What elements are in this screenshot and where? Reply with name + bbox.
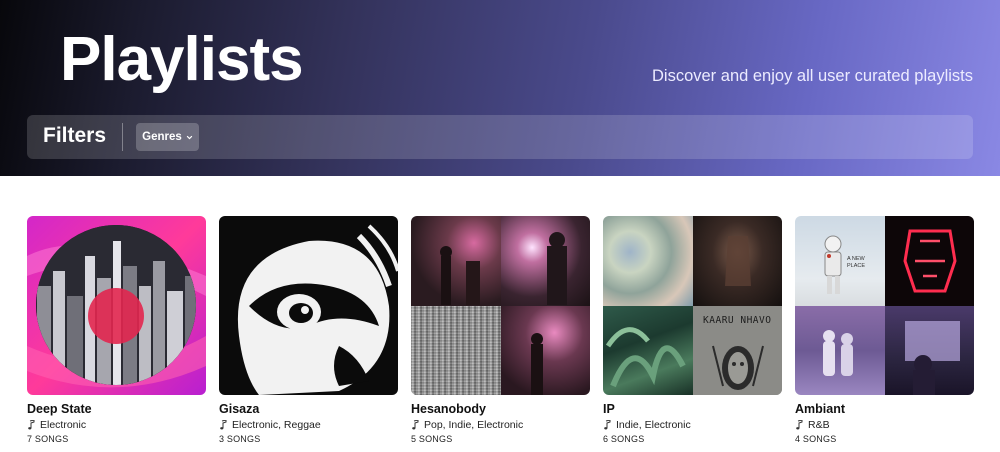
page-title: Playlists bbox=[60, 25, 304, 94]
cover-art-image bbox=[411, 305, 501, 395]
filters-divider bbox=[122, 123, 123, 151]
cover-art-image bbox=[603, 216, 693, 306]
playlist-song-count: 7 SONGS bbox=[27, 434, 69, 444]
playlist-title[interactable]: Gisaza bbox=[219, 402, 398, 416]
genres-dropdown-label: Genres bbox=[142, 131, 182, 143]
cover-art-image bbox=[500, 216, 590, 306]
playlist-cover[interactable]: A NEW PLACE bbox=[795, 216, 974, 395]
playlist-genres: Indie, Electronic bbox=[603, 419, 782, 431]
cover-art-image bbox=[795, 305, 885, 395]
music-note-icon bbox=[796, 420, 803, 430]
music-note-icon bbox=[220, 420, 227, 430]
cover-art-image bbox=[411, 216, 501, 306]
playlist-genres-text: Indie, Electronic bbox=[616, 419, 691, 431]
filters-bar: Filters Genres bbox=[27, 115, 973, 159]
playlist-song-count: 6 SONGS bbox=[603, 434, 645, 444]
cover-art-image bbox=[884, 305, 974, 395]
album-text: A NEW PLACE bbox=[847, 256, 866, 269]
music-note-icon bbox=[28, 420, 35, 430]
cover-art-image: KAARU NHAVO bbox=[692, 305, 782, 395]
cover-art-image: A NEW PLACE bbox=[795, 216, 885, 306]
album-text: KAARU NHAVO bbox=[703, 314, 772, 326]
page-subtitle: Discover and enjoy all user curated play… bbox=[652, 67, 973, 85]
playlist-song-count: 3 SONGS bbox=[219, 434, 261, 444]
playlist-title[interactable]: Ambiant bbox=[795, 402, 974, 416]
cover-art-image bbox=[27, 216, 206, 395]
cover-art-image bbox=[500, 305, 590, 395]
cover-art-image bbox=[884, 216, 974, 306]
playlist-title[interactable]: IP bbox=[603, 402, 782, 416]
chevron-down-icon bbox=[186, 135, 192, 139]
cover-art-image bbox=[692, 216, 782, 306]
playlist-cover[interactable] bbox=[27, 216, 206, 395]
playlist-title[interactable]: Hesanobody bbox=[411, 402, 590, 416]
music-note-icon bbox=[604, 420, 611, 430]
playlist-card[interactable]: A NEW PLACE Ambiant R&B 4 SONGS bbox=[795, 216, 974, 444]
filters-label: Filters bbox=[43, 124, 107, 147]
playlist-genres-text: R&B bbox=[808, 419, 830, 431]
page-header: Playlists Discover and enjoy all user cu… bbox=[0, 0, 1000, 176]
playlist-cover[interactable]: KAARU NHAVO bbox=[603, 216, 782, 395]
playlist-genres: Pop, Indie, Electronic bbox=[411, 419, 590, 431]
playlist-card[interactable]: Deep State Electronic 7 SONGS bbox=[27, 216, 206, 444]
playlist-cover[interactable] bbox=[219, 216, 398, 395]
playlist-song-count: 4 SONGS bbox=[795, 434, 837, 444]
playlist-card[interactable]: KAARU NHAVO IP Indie, Electronic 6 SONGS bbox=[603, 216, 782, 444]
cover-art-image bbox=[219, 216, 398, 395]
genres-dropdown[interactable]: Genres bbox=[136, 123, 199, 151]
playlist-genres-text: Electronic bbox=[40, 419, 87, 431]
cover-art-image bbox=[603, 305, 693, 395]
playlist-song-count: 5 SONGS bbox=[411, 434, 453, 444]
playlist-title[interactable]: Deep State bbox=[27, 402, 206, 416]
playlist-genres: Electronic bbox=[27, 419, 206, 431]
playlist-genres: Electronic, Reggae bbox=[219, 419, 398, 431]
playlist-cover[interactable] bbox=[411, 216, 590, 395]
playlist-card[interactable]: Hesanobody Pop, Indie, Electronic 5 SONG… bbox=[411, 216, 590, 444]
playlist-genres-text: Pop, Indie, Electronic bbox=[424, 419, 524, 431]
playlist-genres: R&B bbox=[795, 419, 974, 431]
playlist-card[interactable]: Gisaza Electronic, Reggae 3 SONGS bbox=[219, 216, 398, 444]
music-note-icon bbox=[412, 420, 419, 430]
playlist-genres-text: Electronic, Reggae bbox=[232, 419, 321, 431]
